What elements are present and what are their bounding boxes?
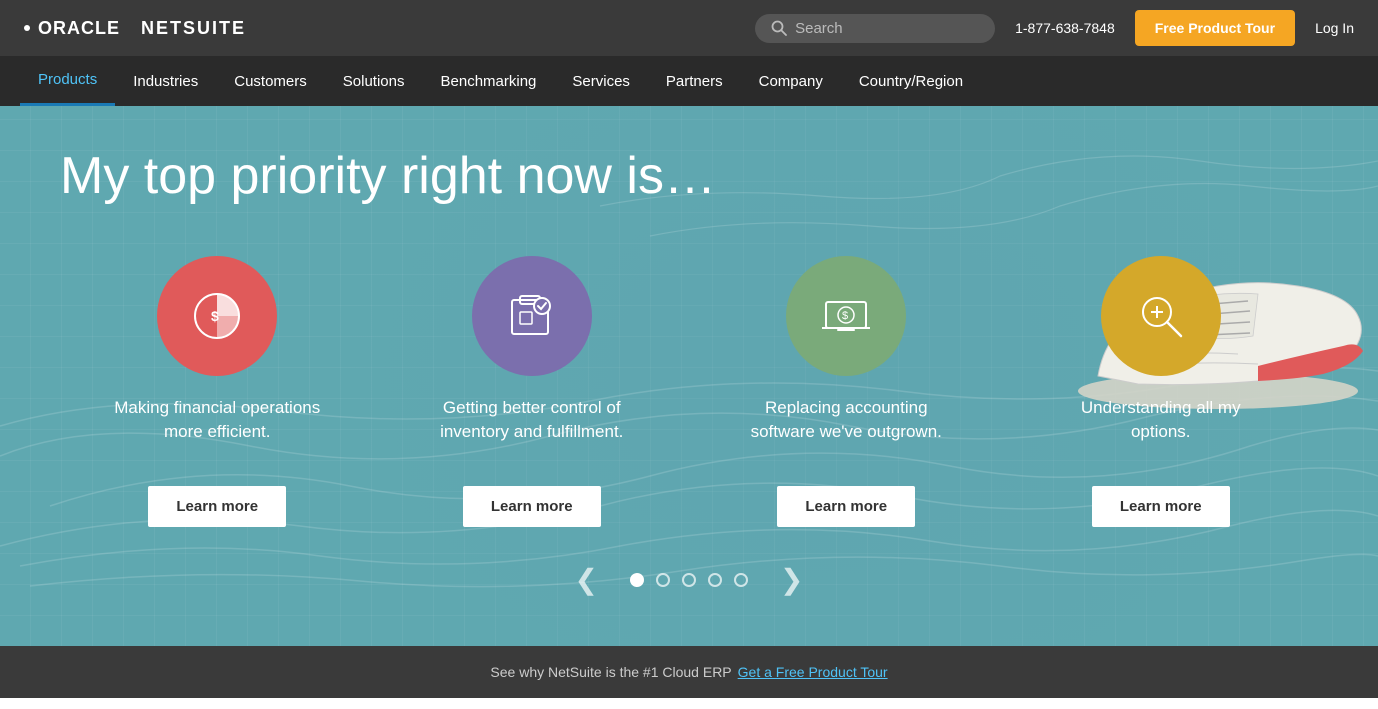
logo: ORACLE NETSUITE (24, 18, 246, 39)
top-bar-right: Search 1-877-638-7848 Free Product Tour … (755, 10, 1354, 46)
free-product-tour-button[interactable]: Free Product Tour (1135, 10, 1295, 46)
learn-more-inventory-btn[interactable]: Learn more (463, 486, 601, 527)
carousel-prev-arrow[interactable]: ❮ (555, 563, 618, 596)
search-bar[interactable]: Search (755, 14, 995, 43)
nav-item-industries[interactable]: Industries (115, 56, 216, 106)
hero-section: My top priority right now is… $ Making f… (0, 106, 1378, 646)
nav-item-products[interactable]: Products (20, 56, 115, 106)
card-inventory: Getting better control of inventory and … (422, 256, 642, 527)
card-inventory-text: Getting better control of inventory and … (422, 396, 642, 466)
card-options: Understanding all my options. Learn more (1051, 256, 1271, 527)
bottom-bar-text: See why NetSuite is the #1 Cloud ERP (490, 664, 731, 680)
search-placeholder: Search (795, 20, 843, 37)
logo-netsuite: NETSUITE (141, 18, 246, 39)
nav-item-customers[interactable]: Customers (216, 56, 325, 106)
card-accounting: $ Replacing accounting software we've ou… (736, 256, 956, 527)
nav-item-country-region[interactable]: Country/Region (841, 56, 981, 106)
nav-item-services[interactable]: Services (554, 56, 648, 106)
learn-more-options-btn[interactable]: Learn more (1092, 486, 1230, 527)
finance-icon: $ (187, 286, 247, 346)
svg-text:$: $ (211, 308, 219, 324)
bottom-bar-link[interactable]: Get a Free Product Tour (738, 664, 888, 680)
hero-title: My top priority right now is… (60, 146, 1318, 206)
nav-item-solutions[interactable]: Solutions (325, 56, 423, 106)
nav-item-benchmarking[interactable]: Benchmarking (423, 56, 555, 106)
options-icon (1131, 286, 1191, 346)
hero-cards-row: $ Making financial operations more effic… (60, 256, 1318, 527)
learn-more-financial-btn[interactable]: Learn more (148, 486, 286, 527)
card-financial: $ Making financial operations more effic… (107, 256, 327, 527)
carousel-next-arrow[interactable]: ❯ (760, 563, 823, 596)
card-options-text: Understanding all my options. (1051, 396, 1271, 466)
options-icon-circle (1101, 256, 1221, 376)
nav-item-company[interactable]: Company (741, 56, 841, 106)
bottom-bar: See why NetSuite is the #1 Cloud ERP Get… (0, 646, 1378, 698)
search-icon (771, 20, 787, 36)
logo-separator (128, 18, 133, 39)
card-accounting-text: Replacing accounting software we've outg… (736, 396, 956, 466)
accounting-icon: $ (816, 286, 876, 346)
learn-more-accounting-btn[interactable]: Learn more (777, 486, 915, 527)
logo-oracle: ORACLE (38, 18, 120, 39)
carousel-dot-4[interactable] (708, 573, 722, 587)
finance-icon-circle: $ (157, 256, 277, 376)
top-bar: ORACLE NETSUITE Search 1-877-638-7848 Fr… (0, 0, 1378, 56)
svg-text:$: $ (842, 310, 848, 322)
phone-number: 1-877-638-7848 (1015, 20, 1115, 36)
carousel-nav: ❮ ❯ (60, 563, 1318, 596)
accounting-icon-circle: $ (786, 256, 906, 376)
logo-dot (24, 25, 30, 31)
carousel-dot-2[interactable] (656, 573, 670, 587)
carousel-dot-5[interactable] (734, 573, 748, 587)
inventory-icon (502, 286, 562, 346)
carousel-dot-1[interactable] (630, 573, 644, 587)
nav-bar: Products Industries Customers Solutions … (0, 56, 1378, 106)
inventory-icon-circle (472, 256, 592, 376)
card-financial-text: Making financial operations more efficie… (107, 396, 327, 466)
carousel-dot-3[interactable] (682, 573, 696, 587)
nav-item-partners[interactable]: Partners (648, 56, 741, 106)
login-link[interactable]: Log In (1315, 20, 1354, 36)
